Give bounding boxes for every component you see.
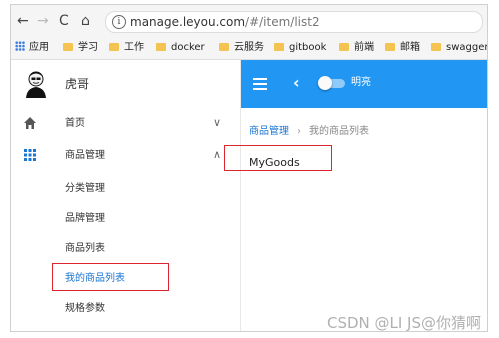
highlight-box: [52, 263, 169, 291]
folder-icon: [385, 43, 395, 51]
submenu-item-category[interactable]: 分类管理: [65, 182, 105, 196]
sidebar-item-label: 首页: [65, 118, 85, 129]
folder-icon: [219, 43, 229, 51]
breadcrumb: 商品管理 › 我的商品列表: [249, 125, 369, 139]
theme-toggle[interactable]: [318, 76, 345, 90]
sidebar-item-home[interactable]: 首页 ∨: [11, 109, 240, 139]
info-icon[interactable]: i: [112, 15, 126, 29]
bookmark-label: 前端: [354, 42, 374, 53]
url-path: /#/item/list2: [245, 15, 320, 29]
bookmark-folder[interactable]: 邮箱: [385, 41, 420, 55]
menu-icon[interactable]: [253, 78, 267, 90]
back-arrow-icon[interactable]: ←: [17, 12, 29, 30]
bookmark-folder[interactable]: 学习: [63, 41, 98, 55]
url-input[interactable]: i manage.leyou.com/#/item/list2: [105, 11, 483, 33]
username: 虎哥: [65, 77, 90, 91]
bookmark-label: gitbook: [289, 42, 327, 53]
bookmark-label: docker: [171, 42, 205, 53]
folder-icon: [339, 43, 349, 51]
toggle-knob: [318, 76, 332, 90]
theme-label: 明亮: [351, 77, 371, 88]
home-icon: [24, 117, 36, 129]
chevron-down-icon: ∨: [213, 116, 222, 129]
folder-icon: [431, 43, 441, 51]
address-bar: ← → C ⌂ i manage.leyou.com/#/item/list2: [11, 5, 487, 37]
folder-icon: [156, 43, 166, 51]
reload-icon[interactable]: C: [59, 12, 69, 30]
bookmark-folder[interactable]: 工作: [109, 41, 144, 55]
bookmark-apps[interactable]: 应用: [15, 41, 49, 55]
submenu-item-brand[interactable]: 品牌管理: [65, 212, 105, 226]
bookmark-label: 工作: [124, 42, 144, 53]
apps-grid-icon: [15, 41, 25, 51]
bookmark-folder[interactable]: swagger: [431, 41, 488, 55]
bookmark-apps-label: 应用: [29, 42, 49, 53]
url-text: manage.leyou.com/#/item/list2: [130, 14, 320, 30]
chevron-up-icon: ∧: [213, 148, 222, 161]
app-area: 虎哥 首页 ∨ 商品管理 ∧ 分类管理 品牌管理 商品列表 我的商品列表 规格参…: [11, 60, 487, 331]
breadcrumb-current: 我的商品列表: [309, 126, 369, 137]
sidebar-item-label: 商品管理: [65, 150, 105, 161]
breadcrumb-parent[interactable]: 商品管理: [249, 126, 289, 137]
bookmark-label: 邮箱: [400, 42, 420, 53]
bookmark-label: 学习: [78, 42, 98, 53]
content-highlight-box: [224, 145, 332, 171]
folder-icon: [274, 43, 284, 51]
bookmark-folder[interactable]: docker: [156, 41, 205, 55]
bookmarks-bar: 应用 学习 工作 docker 云服务 gitbook 前端 邮箱 swagge…: [11, 37, 487, 60]
grid-icon: [24, 149, 36, 161]
submenu-item-goods-list[interactable]: 商品列表: [65, 242, 105, 256]
sidebar-item-goods-management[interactable]: 商品管理 ∧: [11, 141, 240, 171]
bookmark-label: 云服务: [234, 42, 264, 53]
folder-icon: [109, 43, 119, 51]
sidebar: 虎哥 首页 ∨ 商品管理 ∧ 分类管理 品牌管理 商品列表 我的商品列表 规格参…: [11, 60, 241, 331]
bookmark-folder[interactable]: 前端: [339, 41, 374, 55]
collapse-chevron-icon[interactable]: ‹: [293, 74, 300, 92]
submenu-item-spec-params[interactable]: 规格参数: [65, 302, 105, 316]
breadcrumb-separator: ›: [297, 126, 301, 137]
main-content: ‹ 明亮 商品管理 › 我的商品列表 MyGoods: [241, 60, 487, 331]
bookmark-label: swagger: [446, 42, 488, 53]
forward-arrow-icon[interactable]: →: [37, 12, 49, 30]
avatar: [26, 71, 46, 98]
home-button-icon[interactable]: ⌂: [81, 12, 90, 30]
folder-icon: [63, 43, 73, 51]
bookmark-folder[interactable]: gitbook: [274, 41, 326, 55]
top-toolbar: ‹ 明亮: [241, 60, 487, 108]
bookmark-folder[interactable]: 云服务: [219, 41, 264, 55]
user-header: 虎哥: [11, 60, 240, 108]
watermark: CSDN @LI JS@你猜啊: [326, 314, 481, 332]
url-host: manage.leyou.com: [130, 15, 246, 29]
